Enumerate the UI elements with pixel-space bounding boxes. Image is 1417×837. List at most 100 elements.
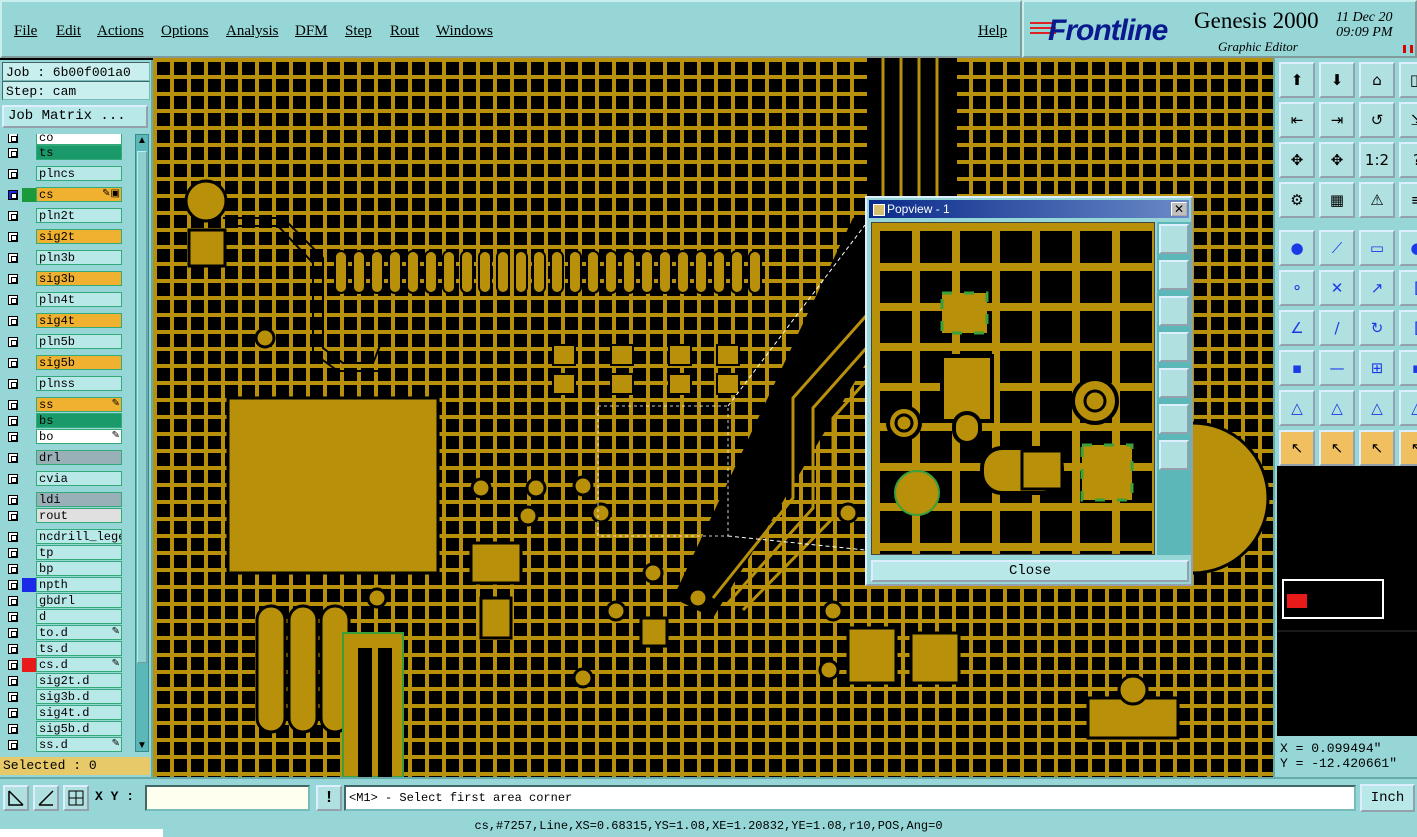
- layer-row-pln3b[interactable]: pln3b: [2, 250, 124, 265]
- layer-checkbox[interactable]: [8, 660, 18, 670]
- settings-button[interactable]: ⚙: [1279, 182, 1315, 218]
- menu-windows[interactable]: Windows: [436, 23, 493, 40]
- layer-name[interactable]: sig2t: [36, 229, 122, 244]
- layer-name[interactable]: ncdrill_lege: [36, 529, 122, 544]
- layer-name[interactable]: to.d: [36, 625, 122, 640]
- circle-pointer-button[interactable]: ↖: [1359, 430, 1395, 466]
- menu-dfm[interactable]: DFM: [295, 23, 328, 40]
- menu-help[interactable]: Help: [978, 23, 1007, 40]
- layer-name[interactable]: tp: [36, 545, 122, 560]
- layer-name[interactable]: rout: [36, 508, 122, 523]
- zoom-fit-button[interactable]: [1159, 224, 1189, 254]
- menu-file[interactable]: File: [14, 23, 37, 40]
- traffic-light-button[interactable]: ⚠: [1359, 182, 1395, 218]
- layer-checkbox[interactable]: [8, 432, 18, 442]
- layer-checkbox[interactable]: [8, 211, 18, 221]
- pan-left-button[interactable]: [1159, 332, 1189, 362]
- layer-row-gbdrl[interactable]: gbdrl: [2, 593, 124, 608]
- layer-row-sig4t[interactable]: sig4t: [2, 313, 124, 328]
- layer-checkbox[interactable]: [8, 532, 18, 542]
- connect-pads-button[interactable]: ⚬: [1279, 270, 1315, 306]
- popview-drawing[interactable]: [872, 223, 1155, 555]
- layer-row-cs[interactable]: cs ✎▣: [2, 187, 124, 202]
- layer-checkbox[interactable]: [8, 548, 18, 558]
- cross-button[interactable]: ✕: [1319, 270, 1355, 306]
- layer-checkbox[interactable]: [8, 644, 18, 654]
- layer-name[interactable]: pln3b: [36, 250, 122, 265]
- layer-name[interactable]: cvia: [36, 471, 122, 486]
- angle-tool-button[interactable]: ∠: [1279, 310, 1315, 346]
- pen-tool-button[interactable]: ↗: [1359, 270, 1395, 306]
- layer-checkbox[interactable]: [8, 564, 18, 574]
- select-feature-button[interactable]: ●: [1279, 230, 1315, 266]
- menu-options[interactable]: Options: [161, 23, 209, 40]
- layer-name[interactable]: cs.d: [36, 657, 122, 672]
- layer-name[interactable]: gbdrl: [36, 593, 122, 608]
- zoom-center-button[interactable]: ✥: [1319, 142, 1355, 178]
- layer-row-ts-d[interactable]: ts.d: [2, 641, 124, 656]
- layer-row-tp[interactable]: tp: [2, 545, 124, 560]
- close-icon[interactable]: ✕: [1171, 202, 1187, 216]
- layer-name[interactable]: d: [36, 609, 122, 624]
- layer-row-ss[interactable]: ss ✎: [2, 397, 124, 412]
- layer-row-sig4t-d[interactable]: sig4t.d: [2, 705, 124, 720]
- layer-row-sig5b[interactable]: sig5b: [2, 355, 124, 370]
- layer-checkbox[interactable]: [8, 453, 18, 463]
- triangle-fill-button[interactable]: △: [1359, 390, 1395, 426]
- layer-name[interactable]: pln4t: [36, 292, 122, 307]
- line-tool-button[interactable]: —: [1319, 350, 1355, 386]
- layer-checkbox[interactable]: [8, 724, 18, 734]
- arc-tool-button[interactable]: ↻: [1359, 310, 1395, 346]
- grid-toggle-button[interactable]: ▦: [1319, 182, 1355, 218]
- layer-name[interactable]: sig5b.d: [36, 721, 122, 736]
- layer-checkbox[interactable]: [8, 379, 18, 389]
- layer-name[interactable]: sig2t.d: [36, 673, 122, 688]
- menu-rout[interactable]: Rout: [390, 23, 419, 40]
- layer-name[interactable]: ldi: [36, 492, 122, 507]
- layer-checkbox[interactable]: [8, 628, 18, 638]
- layer-checkbox[interactable]: [8, 692, 18, 702]
- delete-line-button[interactable]: ⟋: [1319, 230, 1355, 266]
- layer-button[interactable]: ≡: [1399, 182, 1417, 218]
- layer-row-sig3b-d[interactable]: sig3b.d: [2, 689, 124, 704]
- layer-checkbox[interactable]: [8, 511, 18, 521]
- fit-view-button[interactable]: ⇲: [1399, 102, 1417, 138]
- layer-row-d[interactable]: d: [2, 609, 124, 624]
- menu-actions[interactable]: Actions: [97, 23, 144, 40]
- layer-name[interactable]: pln5b: [36, 334, 122, 349]
- scroll-up-icon[interactable]: ▲: [137, 135, 147, 146]
- scrollbar-thumb[interactable]: [137, 151, 147, 663]
- pan-right-button[interactable]: [1159, 368, 1189, 398]
- triangle-alt-button[interactable]: △: [1319, 390, 1355, 426]
- zoom-fit-button[interactable]: ✥: [1279, 142, 1315, 178]
- layer-checkbox[interactable]: [8, 416, 18, 426]
- layer-checkbox[interactable]: [8, 134, 18, 143]
- layer-checkbox[interactable]: [8, 495, 18, 505]
- layer-checkbox[interactable]: [8, 676, 18, 686]
- layer-row-co[interactable]: co: [2, 134, 124, 145]
- xy-input[interactable]: [145, 785, 310, 811]
- layer-row-npth[interactable]: npth: [2, 577, 124, 592]
- layer-checkbox[interactable]: [8, 400, 18, 410]
- layer-row-ss-d[interactable]: ss.d ✎: [2, 737, 124, 752]
- layer-checkbox[interactable]: [8, 740, 18, 750]
- layer-checkbox[interactable]: [8, 190, 18, 200]
- layer-row-bo[interactable]: bo ✎: [2, 429, 124, 444]
- layer-checkbox[interactable]: [8, 474, 18, 484]
- zoom-reset-button[interactable]: ⬇: [1319, 62, 1355, 98]
- menu-analysis[interactable]: Analysis: [226, 23, 279, 40]
- layer-row-ts[interactable]: ts: [2, 145, 124, 160]
- zoom-extra-button[interactable]: ◫: [1399, 62, 1417, 98]
- popview-close-button[interactable]: Close: [871, 560, 1189, 582]
- scroll-down-icon[interactable]: ▼: [137, 740, 147, 751]
- snap-button[interactable]: [3, 785, 29, 811]
- layer-name[interactable]: sig3b: [36, 271, 122, 286]
- layer-row-cs-d[interactable]: cs.d ✎: [2, 657, 124, 672]
- layer-list-scrollbar[interactable]: ▲ ▼: [135, 134, 149, 752]
- popview-titlebar[interactable]: Popview - 1: [869, 200, 1189, 218]
- layer-row-sig5b-d[interactable]: sig5b.d: [2, 721, 124, 736]
- bracket-button[interactable]: [: [1399, 270, 1417, 306]
- layer-name[interactable]: npth: [36, 577, 122, 592]
- layer-row-ncdrill-lege[interactable]: ncdrill_lege: [2, 529, 124, 544]
- layer-row-sig2t[interactable]: sig2t: [2, 229, 124, 244]
